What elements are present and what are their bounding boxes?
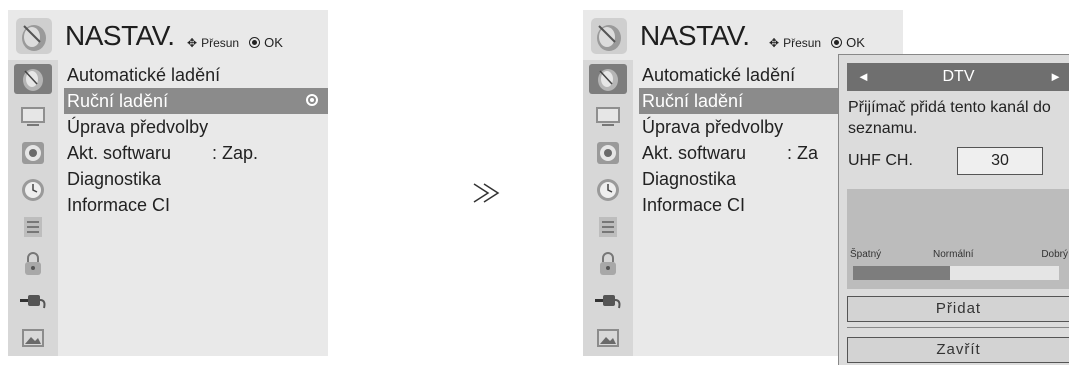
photo-icon <box>22 329 44 347</box>
menu-item-label: Ruční ladění <box>642 91 744 111</box>
menu-item-software-update[interactable]: Akt. softwaru : Za <box>639 140 839 166</box>
ok-radio-icon <box>306 94 318 106</box>
menu-title: NASTAV. <box>65 20 175 51</box>
hint-ok-label: OK <box>846 35 865 50</box>
monitor-icon <box>21 107 45 126</box>
move-arrows-icon: ✥ <box>769 35 780 50</box>
calendar-icon <box>599 217 617 237</box>
menu-item-list: Automatické ladění Ruční ladění Úprava p… <box>64 62 328 218</box>
sidebar-item-usb[interactable] <box>14 323 52 353</box>
menu-header: NASTAV. ✥ Přesun OK <box>8 10 328 60</box>
menu-item-label: Ruční ladění <box>67 91 169 111</box>
menu-item-manual-tuning[interactable]: Ruční ladění <box>639 88 839 114</box>
satellite-dish-icon <box>591 18 627 54</box>
hint-move-label: Přesun <box>201 35 240 50</box>
sidebar-item-time[interactable] <box>589 175 627 205</box>
menu-item-automatic-tuning[interactable]: Automatické ladění <box>639 62 839 88</box>
menu-item-label: Diagnostika <box>642 169 737 189</box>
navigation-hint: ✥ Přesun OK <box>187 35 283 50</box>
menu-header: NASTAV. ✥ Přesun OK <box>583 10 1063 60</box>
menu-item-value: : Zap. <box>212 143 259 163</box>
mode-selector[interactable]: ◄ DTV ► <box>847 63 1069 91</box>
satellite-dish-icon <box>598 69 618 91</box>
menu-item-label: Automatické ladění <box>642 65 796 85</box>
sidebar-item-audio[interactable] <box>14 138 52 168</box>
category-sidebar <box>8 60 58 356</box>
sidebar-item-option[interactable] <box>14 212 52 242</box>
close-button[interactable]: Zavřít <box>847 337 1069 363</box>
plug-icon <box>595 295 621 309</box>
monitor-icon <box>596 107 620 126</box>
menu-title: NASTAV. <box>640 20 750 51</box>
padlock-icon <box>600 252 616 275</box>
sidebar-item-setup[interactable] <box>14 64 52 94</box>
add-button[interactable]: Přidat <box>847 296 1069 322</box>
menu-item-label: Diagnostika <box>67 169 162 189</box>
menu-item-label: Informace CI <box>642 195 746 215</box>
hint-move-label: Přesun <box>783 35 822 50</box>
signal-strength-panel: Špatný Normální Dobrý <box>847 189 1069 289</box>
menu-item-label: Akt. softwaru <box>67 143 172 163</box>
sidebar-item-usb[interactable] <box>589 323 627 353</box>
menu-item-value: : Za <box>787 143 819 163</box>
left-setup-menu: NASTAV. ✥ Přesun OK Automatické ladění R… <box>8 10 328 356</box>
plug-icon <box>20 295 46 309</box>
calendar-icon <box>24 217 42 237</box>
popup-description: Přijímač přidá tento kanál do seznamu. <box>848 99 1051 137</box>
ok-button-icon <box>831 37 843 48</box>
signal-label-normal: Normální <box>933 249 974 260</box>
menu-item-ci-information[interactable]: Informace CI <box>639 192 839 218</box>
menu-item-software-update[interactable]: Akt. softwaru : Zap. <box>64 140 328 166</box>
hint-ok-label: OK <box>264 35 283 50</box>
menu-item-ci-information[interactable]: Informace CI <box>64 192 328 218</box>
menu-item-list: Automatické ladění Ruční ladění Úprava p… <box>639 62 839 218</box>
padlock-icon <box>25 252 41 275</box>
signal-label-good: Dobrý <box>1041 249 1068 260</box>
clock-icon <box>597 179 619 201</box>
manual-tuning-popup: ◄ DTV ► Přijímač přidá tento kanál do se… <box>838 54 1069 365</box>
channel-label: UHF CH. <box>848 152 913 169</box>
sidebar-item-picture[interactable] <box>589 101 627 131</box>
sidebar-item-picture[interactable] <box>14 101 52 131</box>
sidebar-item-lock[interactable] <box>589 249 627 279</box>
clock-icon <box>22 179 44 201</box>
ok-button-icon <box>249 37 261 48</box>
move-arrows-icon: ✥ <box>187 35 198 50</box>
speaker-icon <box>597 142 619 164</box>
category-sidebar <box>583 60 633 356</box>
satellite-dish-icon <box>23 69 43 91</box>
divider <box>847 327 1069 328</box>
signal-strength-fill <box>853 266 950 280</box>
menu-item-label: Akt. softwaru <box>642 143 747 163</box>
next-step-arrow-icon <box>473 183 500 203</box>
sidebar-item-audio[interactable] <box>589 138 627 168</box>
menu-item-programme-edit[interactable]: Úprava předvolby <box>639 114 839 140</box>
speaker-icon <box>22 142 44 164</box>
navigation-hint: ✥ Přesun OK <box>769 35 865 50</box>
channel-number-field[interactable]: 30 <box>957 147 1043 175</box>
sidebar-item-time[interactable] <box>14 175 52 205</box>
sidebar-item-setup[interactable] <box>589 64 627 94</box>
menu-item-diagnostics[interactable]: Diagnostika <box>639 166 839 192</box>
satellite-dish-icon <box>16 18 52 54</box>
signal-strength-bar <box>853 266 1059 280</box>
menu-item-manual-tuning[interactable]: Ruční ladění <box>64 88 328 114</box>
sidebar-item-input[interactable] <box>589 286 627 316</box>
sidebar-item-lock[interactable] <box>14 249 52 279</box>
signal-label-bad: Špatný <box>850 249 882 260</box>
mode-label: DTV <box>942 68 975 85</box>
menu-item-label: Automatické ladění <box>67 65 221 85</box>
arrow-right-icon[interactable]: ► <box>1049 69 1062 84</box>
menu-item-automatic-tuning[interactable]: Automatické ladění <box>64 62 328 88</box>
menu-item-programme-edit[interactable]: Úprava předvolby <box>64 114 328 140</box>
menu-item-label: Úprava předvolby <box>642 117 784 137</box>
photo-icon <box>597 329 619 347</box>
sidebar-item-option[interactable] <box>589 212 627 242</box>
menu-item-label: Informace CI <box>67 195 171 215</box>
menu-item-label: Úprava předvolby <box>67 117 209 137</box>
menu-item-diagnostics[interactable]: Diagnostika <box>64 166 328 192</box>
sidebar-item-input[interactable] <box>14 286 52 316</box>
